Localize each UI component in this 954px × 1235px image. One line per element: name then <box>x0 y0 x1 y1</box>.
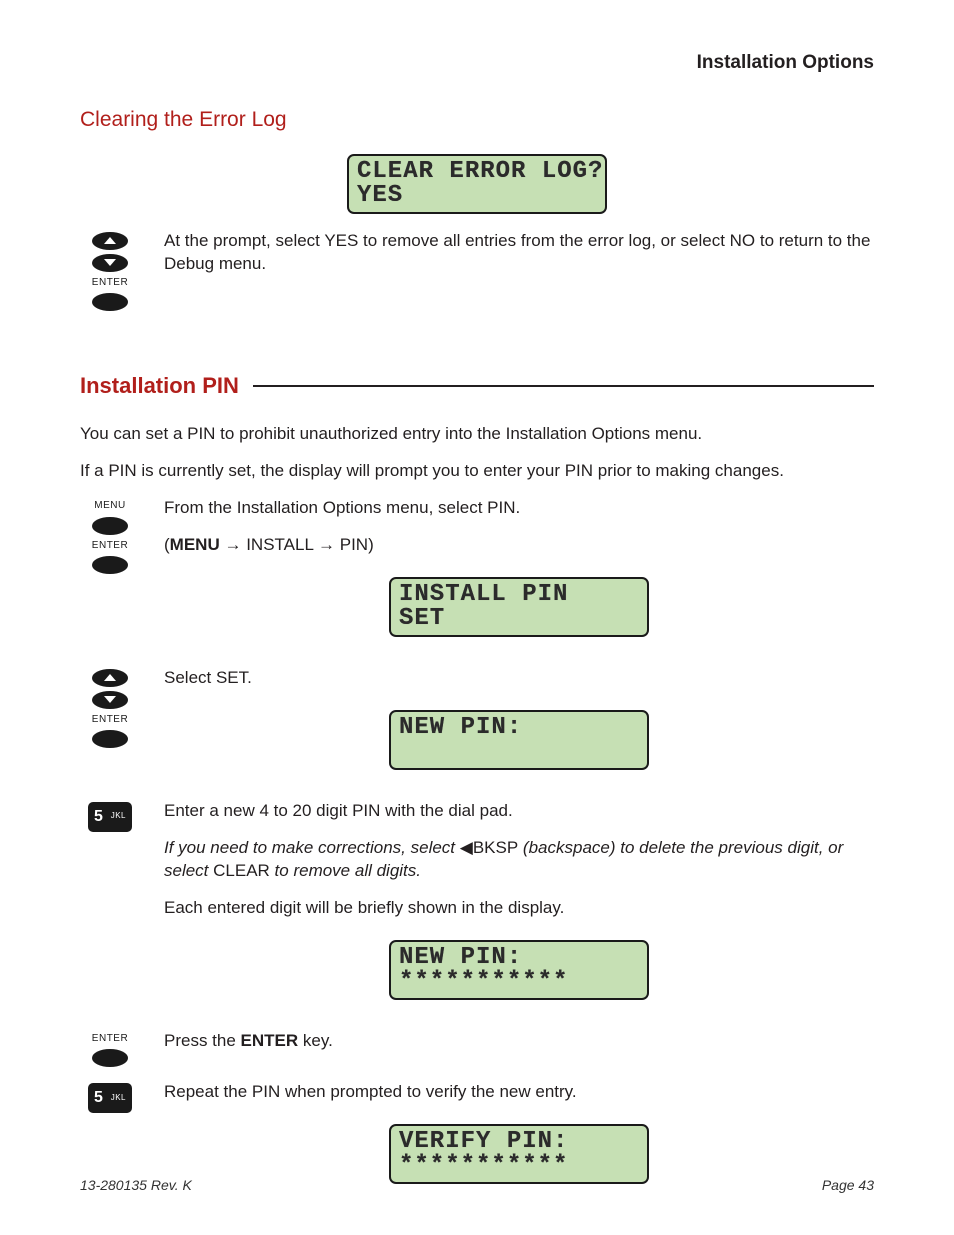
bksp-label: ◀BKSP <box>460 838 518 857</box>
lcd-line: VERIFY PIN: <box>399 1130 639 1154</box>
lcd-new-pin-masked: NEW PIN: *********** <box>389 940 649 1000</box>
enter-button-icon <box>92 1049 128 1067</box>
enter-button-icon <box>92 293 128 311</box>
keypad-5-icon: 5 JKL <box>88 1083 132 1113</box>
pin-step5-text: Repeat the PIN when prompted to verify t… <box>164 1081 874 1104</box>
keypad-letters: JKL <box>111 811 126 822</box>
menu-path-menu: MENU <box>170 535 220 554</box>
enter-label: ENTER <box>92 539 128 553</box>
pin-step3-note: If you need to make corrections, select … <box>164 837 874 883</box>
lcd-line <box>399 740 639 764</box>
up-button-icon <box>92 669 128 687</box>
lcd-line: NEW PIN: <box>399 946 639 970</box>
arrow-icon: → <box>313 535 339 554</box>
pin-step1-line1: From the Installation Options menu, sele… <box>164 497 874 520</box>
clear-label: CLEAR <box>213 861 270 880</box>
keypad-5-icon: 5 JKL <box>88 802 132 832</box>
lcd-install-pin: INSTALL PIN SET <box>389 577 649 637</box>
clear-log-instruction: At the prompt, select YES to remove all … <box>164 230 874 276</box>
enter-button-icon <box>92 730 128 748</box>
enter-label: ENTER <box>92 713 128 727</box>
lcd-line: *********** <box>399 970 639 994</box>
pin-step3-tail: Each entered digit will be briefly shown… <box>164 897 874 920</box>
pin-step3-text: Enter a new 4 to 20 digit PIN with the d… <box>164 800 874 823</box>
pin-step4-text: Press the ENTER key. <box>164 1030 874 1053</box>
down-button-icon <box>92 691 128 709</box>
enter-label: ENTER <box>92 1032 128 1046</box>
menu-path-install: INSTALL <box>246 535 313 554</box>
arrow-icon: → <box>220 535 246 554</box>
lcd-new-pin-empty: NEW PIN: <box>389 710 649 770</box>
enter-button-icon <box>92 556 128 574</box>
down-button-icon <box>92 254 128 272</box>
keypad-number: 5 <box>94 806 103 828</box>
menu-button-icon <box>92 517 128 535</box>
lcd-line: YES <box>357 184 597 208</box>
footer-page: Page 43 <box>822 1176 874 1195</box>
lcd-verify-pin: VERIFY PIN: *********** <box>389 1124 649 1184</box>
lcd-line: NEW PIN: <box>399 716 639 740</box>
lcd-clear-error-log: CLEAR ERROR LOG? YES <box>347 154 607 214</box>
menu-label: MENU <box>94 499 125 513</box>
pin-step2-text: Select SET. <box>164 667 874 690</box>
footer-docid: 13-280135 Rev. K <box>80 1176 192 1195</box>
heading-rule <box>253 385 874 387</box>
note-a: If you need to make corrections, select <box>164 838 460 857</box>
lcd-line: SET <box>399 607 639 631</box>
lcd-line: CLEAR ERROR LOG? <box>357 160 597 184</box>
header-section-title: Installation Options <box>80 50 874 76</box>
keypad-number: 5 <box>94 1087 103 1109</box>
pin-intro-2: If a PIN is currently set, the display w… <box>80 460 874 483</box>
lcd-line: *********** <box>399 1154 639 1178</box>
heading-installation-pin: Installation PIN <box>80 371 239 401</box>
menu-path-pin: PIN) <box>340 535 374 554</box>
enter-label: ENTER <box>92 276 128 290</box>
enter-bold: ENTER <box>241 1031 299 1050</box>
note-c: to remove all digits. <box>270 861 421 880</box>
t: key. <box>298 1031 333 1050</box>
up-button-icon <box>92 232 128 250</box>
t: Press the <box>164 1031 241 1050</box>
keypad-letters: JKL <box>111 1093 126 1104</box>
heading-clearing-error-log: Clearing the Error Log <box>80 106 874 134</box>
pin-intro-1: You can set a PIN to prohibit unauthoriz… <box>80 423 874 446</box>
pin-step1-line2: (MENU → INSTALL → PIN) <box>164 534 874 557</box>
lcd-line: INSTALL PIN <box>399 583 639 607</box>
